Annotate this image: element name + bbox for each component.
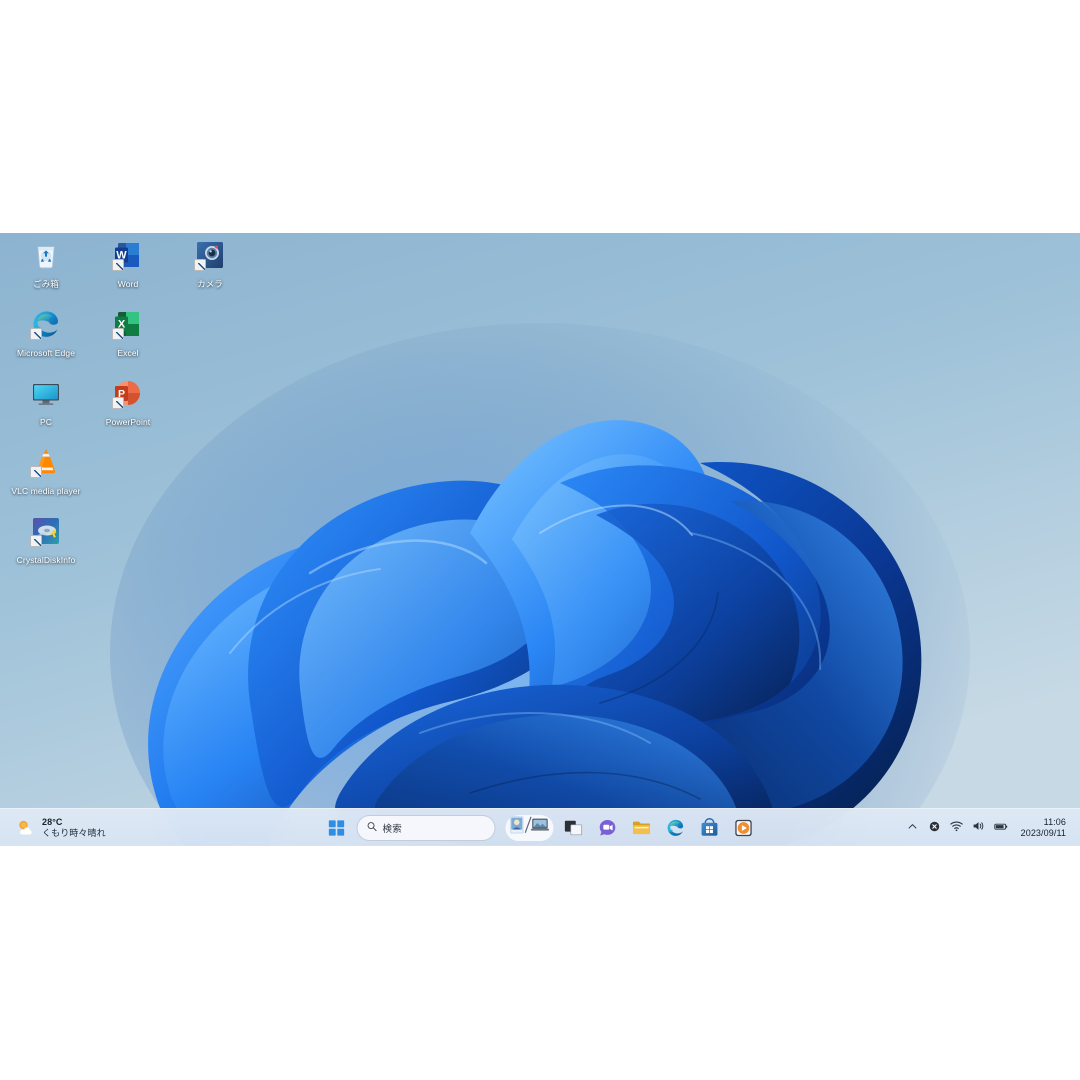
shortcut-arrow-icon [30,535,42,547]
shortcut-arrow-icon [30,328,42,340]
desktop-icon-label: カメラ [197,279,223,289]
tray-battery-button[interactable] [991,815,1011,841]
taskbar-clock[interactable]: 11:06 2023/09/11 [1013,817,1072,839]
word-icon: W [112,239,144,271]
store-bag-icon [700,817,720,838]
tray-network-button[interactable] [947,815,967,841]
speaker-icon [972,819,985,837]
sun-behind-cloud-icon [16,818,36,838]
battery-icon [993,819,1008,837]
task-view-icon [564,818,584,838]
desktop-icon-grid: ごみ箱 W Word カメラ Microsoft Edge X Excel PC… [0,233,260,565]
desktop-icon-label: Microsoft Edge [16,348,76,358]
powerpoint-icon: P [112,377,144,409]
wifi-icon [950,819,963,837]
windows-logo-icon [328,819,346,837]
taskbar-center-cluster: 検索 [323,809,758,846]
start-button[interactable] [323,814,351,842]
desktop-icon-recycle-bin[interactable]: ごみ箱 [4,239,88,292]
desktop-surface[interactable]: ごみ箱 W Word カメラ Microsoft Edge X Excel PC… [0,233,1080,845]
task-view-button[interactable] [560,814,588,842]
folder-icon [632,818,652,838]
desktop-icon-label: CrystalDiskInfo [16,555,76,565]
chat-button[interactable] [594,814,622,842]
crystaldiskinfo-icon [30,515,62,547]
taskbar-system-tray: 11:06 2023/09/11 [903,809,1072,846]
media-player-button[interactable] [730,814,758,842]
desktop-icon-label: Word [117,279,139,289]
clock-time: 11:06 [1043,816,1066,827]
chat-icon [598,818,618,838]
camera-icon [194,239,226,271]
desktop-icon-camera[interactable]: カメラ [168,239,252,292]
desktop-icon-powerpoint[interactable]: P PowerPoint [86,377,170,430]
shortcut-arrow-icon [112,259,124,271]
widgets-icon [509,815,550,840]
taskbar-weather-widget[interactable]: 28°C くもり時々晴れ [10,812,112,843]
shortcut-arrow-icon [112,328,124,340]
tray-onedrive-button[interactable] [925,815,945,841]
desktop-icon-label: PC [39,417,52,427]
edge-icon [30,308,62,340]
desktop-icon-crystaldiskinfo[interactable]: CrystalDiskInfo [4,515,88,568]
taskbar-search-box[interactable]: 検索 [356,814,496,841]
edge-icon [666,818,686,838]
tray-show-hidden-icons-button[interactable] [903,815,923,841]
microsoft-store-button[interactable] [696,814,724,842]
shortcut-arrow-icon [30,466,42,478]
shortcut-arrow-icon [194,259,206,271]
media-player-icon [734,818,754,838]
desktop-icon-label: ごみ箱 [33,279,59,289]
desktop-icon-label: PowerPoint [105,417,151,427]
search-icon [367,819,378,837]
clock-date: 2023/09/11 [1020,827,1066,838]
shortcut-arrow-icon [112,397,124,409]
desktop-icon-word[interactable]: W Word [86,239,170,292]
desktop-icon-excel[interactable]: X Excel [86,308,170,361]
excel-icon: X [112,308,144,340]
desktop-icon-vlc-media-player[interactable]: VLC media player [4,446,88,499]
weather-temperature: 28°C [42,816,63,827]
desktop-icon-label: Excel [117,348,139,358]
edge-taskbar-button[interactable] [662,814,690,842]
vlc-cone-icon [30,446,62,478]
onedrive-error-icon [929,819,940,837]
weather-condition: くもり時々晴れ [42,827,106,838]
tray-volume-button[interactable] [969,815,989,841]
file-explorer-button[interactable] [628,814,656,842]
desktop-icon-pc[interactable]: PC [4,377,88,430]
desktop-icon-label: VLC media player [11,486,81,496]
chevron-up-icon [907,819,918,837]
search-placeholder: 検索 [382,823,402,835]
this-pc-icon [30,377,62,409]
taskbar: 28°C くもり時々晴れ 検索 11:06 2023/09/11 [0,808,1080,846]
recycle-bin-icon [30,239,62,271]
taskbar-widgets-button[interactable] [505,814,554,841]
desktop-icon-microsoft-edge[interactable]: Microsoft Edge [4,308,88,361]
windows-desktop-screenshot: ごみ箱 W Word カメラ Microsoft Edge X Excel PC… [0,0,1080,1080]
